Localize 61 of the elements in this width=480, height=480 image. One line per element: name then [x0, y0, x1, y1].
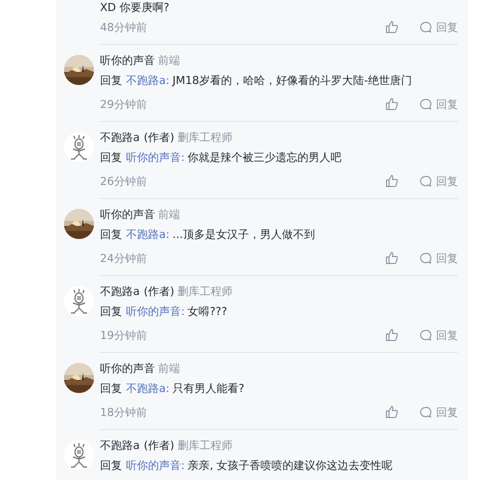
user-title: 删库工程师 — [177, 285, 232, 298]
user-title: 删库工程师 — [177, 131, 232, 144]
comment-icon — [419, 20, 432, 34]
thumbs-up-icon[interactable] — [385, 251, 399, 265]
user-title: 前端 — [158, 208, 180, 221]
thumbs-up-icon[interactable] — [385, 174, 399, 188]
comment-time: 24分钟前 — [100, 250, 147, 266]
comment-icon — [419, 174, 432, 188]
comment-time: 18分钟前 — [100, 404, 147, 420]
comment-icon — [419, 98, 432, 110]
user-title: 删库工程师 — [177, 439, 232, 452]
thumbs-up-icon[interactable] — [385, 328, 399, 342]
reply-button[interactable]: 回复 — [419, 20, 458, 34]
user-name[interactable]: 听你的声音 — [100, 208, 155, 221]
reply-button[interactable]: 回复 — [419, 96, 458, 112]
reply-to-link[interactable]: 不跑路a: — [126, 228, 170, 241]
comment-text: JM18岁看的，哈哈，好像看的斗罗大陆-绝世唐门 — [172, 74, 412, 87]
comment-text: ...顶多是女汉子，男人做不到 — [172, 228, 315, 241]
comment-text: 你就是辣个被三少遗忘的男人吧 — [188, 151, 342, 164]
comment-icon — [419, 252, 432, 264]
stick-figure-avatar-icon — [64, 132, 94, 162]
comment-text: XD 你要庚啊? — [100, 0, 170, 16]
comment-time: 48分钟前 — [100, 20, 147, 34]
reply-prefix: 回复 — [100, 228, 122, 241]
thumbs-up-icon[interactable] — [385, 405, 399, 419]
reply-to-link[interactable]: 不跑路a: — [126, 74, 170, 87]
comment-text: 亲亲, 女孩子香喷喷的建议你这边去变性呢 — [188, 459, 393, 472]
stick-figure-avatar-icon — [64, 440, 94, 470]
user-name[interactable]: 听你的声音 — [100, 54, 155, 67]
comment-time: 26分钟前 — [100, 174, 147, 188]
comment-time: 29分钟前 — [100, 96, 147, 112]
reply-prefix: 回复 — [100, 74, 122, 87]
stick-figure-avatar-icon — [64, 286, 94, 316]
reply-to-link[interactable]: 听你的声音: — [126, 305, 185, 318]
user-name[interactable]: 不跑路a — [100, 439, 140, 452]
reply-button[interactable]: 回复 — [419, 328, 458, 342]
user-name[interactable]: 不跑路a — [100, 131, 140, 144]
user-name[interactable]: 听你的声音 — [100, 362, 155, 375]
reply-prefix: 回复 — [100, 305, 122, 318]
reply-to-link[interactable]: 不跑路a: — [126, 382, 170, 395]
comment-icon — [419, 328, 432, 342]
author-tag: (作者) — [144, 131, 174, 144]
comment-text: 只有男人能看? — [172, 382, 244, 395]
author-tag: (作者) — [144, 285, 174, 298]
user-title: 前端 — [158, 54, 180, 67]
thumbs-up-icon[interactable] — [385, 97, 399, 111]
comment-text: 女嘚??? — [188, 305, 228, 318]
reply-button[interactable]: 回复 — [419, 174, 458, 188]
reply-prefix: 回复 — [100, 459, 122, 472]
author-tag: (作者) — [144, 439, 174, 452]
user-title: 前端 — [158, 362, 180, 375]
reply-to-link[interactable]: 听你的声音: — [126, 459, 185, 472]
reply-prefix: 回复 — [100, 382, 122, 395]
thumbs-up-icon[interactable] — [385, 20, 399, 34]
reply-button[interactable]: 回复 — [419, 404, 458, 420]
reply-button[interactable]: 回复 — [419, 250, 458, 266]
user-name[interactable]: 不跑路a — [100, 285, 140, 298]
comment-icon — [419, 406, 432, 418]
reply-to-link[interactable]: 听你的声音: — [126, 151, 185, 164]
reply-prefix: 回复 — [100, 151, 122, 164]
comment-time: 19分钟前 — [100, 328, 147, 342]
